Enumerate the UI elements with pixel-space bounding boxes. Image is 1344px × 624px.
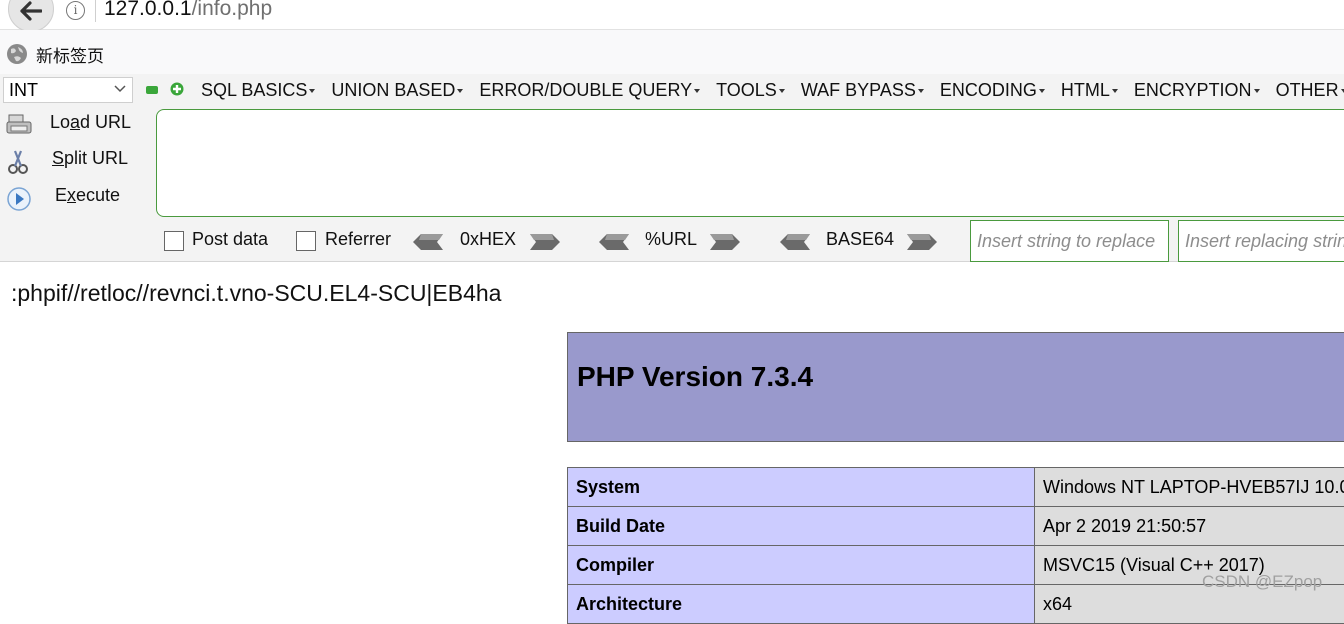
execute-button[interactable]: Execute: [4, 183, 144, 213]
url-path: /info.php: [192, 0, 273, 20]
row-value: Apr 2 2019 21:50:57: [1035, 507, 1344, 546]
caret-icon: [1341, 89, 1344, 93]
address-bar: i 127.0.0.1/info.php: [0, 0, 1344, 30]
post-data-checkbox[interactable]: [164, 231, 184, 251]
type-select-value: INT: [9, 80, 38, 100]
caret-icon: [1039, 89, 1045, 93]
caret-icon: [1112, 89, 1118, 93]
menu-encoding[interactable]: ENCODING: [940, 78, 1061, 102]
divider: [95, 0, 96, 22]
chevron-down-icon: [114, 85, 126, 93]
php-version-header: PHP Version 7.3.4: [567, 332, 1344, 442]
echoed-output-text: :phpif//retloc//revnci.t.vno-SCU.EL4-SCU…: [11, 280, 501, 307]
url-textarea[interactable]: [156, 109, 1344, 217]
url-decode-arrow-icon[interactable]: [597, 232, 631, 252]
load-url-button[interactable]: Load URL: [4, 110, 144, 140]
base64-encode-arrow-icon[interactable]: [905, 232, 939, 252]
scissors-icon: [6, 149, 32, 175]
menu-tools[interactable]: TOOLS: [716, 78, 801, 102]
referrer-label: Referrer: [325, 229, 391, 250]
play-icon: [6, 186, 32, 212]
url-bar[interactable]: 127.0.0.1/info.php: [104, 0, 272, 21]
row-key: Compiler: [568, 546, 1035, 585]
menu-error-double-query[interactable]: ERROR/DOUBLE QUERY: [479, 78, 716, 102]
base64-label: BASE64: [826, 229, 894, 250]
menu-encryption[interactable]: ENCRYPTION: [1134, 78, 1276, 102]
menu-waf-bypass[interactable]: WAF BYPASS: [801, 78, 940, 102]
menu-html[interactable]: HTML: [1061, 78, 1134, 102]
arrow-left-icon: [20, 1, 42, 21]
hex-encode-arrow-icon[interactable]: [528, 232, 562, 252]
php-info-table: System Windows NT LAPTOP-HVEB57IJ 10.0 B…: [567, 467, 1344, 624]
table-row: System Windows NT LAPTOP-HVEB57IJ 10.0: [568, 468, 1344, 507]
hex-label: 0xHEX: [460, 229, 516, 250]
replace-string-input[interactable]: Insert string to replace: [970, 220, 1169, 262]
watermark: CSDN @EZpop: [1202, 572, 1322, 592]
row-key: System: [568, 468, 1035, 507]
caret-icon: [309, 89, 315, 93]
caret-icon: [779, 89, 785, 93]
menu-union-based[interactable]: UNION BASED: [331, 78, 479, 102]
type-select[interactable]: INT: [3, 77, 133, 103]
back-button[interactable]: [8, 0, 54, 32]
plus-icon[interactable]: [170, 82, 184, 96]
url-host: 127.0.0.1: [104, 0, 192, 20]
row-value: Windows NT LAPTOP-HVEB57IJ 10.0: [1035, 468, 1344, 507]
info-icon[interactable]: i: [66, 1, 85, 20]
bookmark-label: 新标签页: [36, 42, 104, 67]
replacing-string-input[interactable]: Insert replacing string: [1178, 220, 1344, 262]
hackbar-panel: INT SQL BASICS UNION BASED ERROR/DOUBLE …: [0, 74, 1344, 262]
row-key: Build Date: [568, 507, 1035, 546]
php-version-title: PHP Version 7.3.4: [577, 361, 813, 393]
minus-icon[interactable]: [146, 86, 158, 94]
url-label: %URL: [645, 229, 697, 250]
caret-icon: [694, 89, 700, 93]
bookmarks-bar: 新标签页: [0, 30, 1344, 74]
table-row: Build Date Apr 2 2019 21:50:57: [568, 507, 1344, 546]
menu-other[interactable]: OTHER: [1276, 78, 1344, 102]
menu-sql-basics[interactable]: SQL BASICS: [201, 78, 331, 102]
globe-icon: [6, 43, 28, 65]
url-encode-arrow-icon[interactable]: [708, 232, 742, 252]
referrer-checkbox[interactable]: [296, 231, 316, 251]
split-url-button[interactable]: Split URL: [4, 146, 144, 176]
base64-decode-arrow-icon[interactable]: [778, 232, 812, 252]
caret-icon: [457, 89, 463, 93]
post-data-label: Post data: [192, 229, 268, 250]
hackbar-menu: SQL BASICS UNION BASED ERROR/DOUBLE QUER…: [201, 78, 1344, 102]
hex-decode-arrow-icon[interactable]: [411, 232, 445, 252]
row-key: Architecture: [568, 585, 1035, 624]
load-url-icon: [6, 113, 32, 137]
caret-icon: [918, 89, 924, 93]
caret-icon: [1254, 89, 1260, 93]
